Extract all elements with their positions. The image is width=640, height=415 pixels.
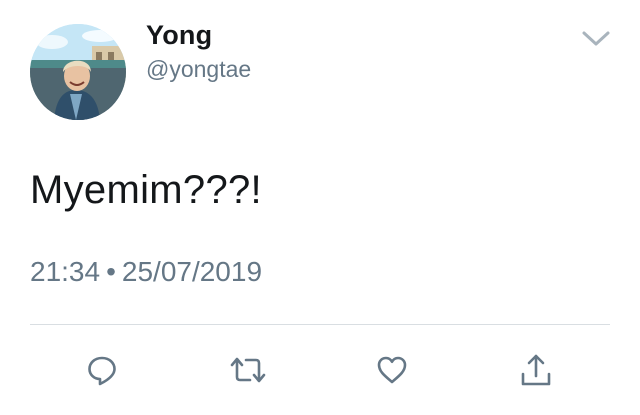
tweet-timestamp[interactable]: 21:34 • 25/07/2019 [30, 256, 262, 288]
divider [30, 324, 610, 325]
display-name[interactable]: Yong [146, 20, 212, 51]
avatar[interactable] [30, 24, 126, 120]
timestamp-separator: • [106, 256, 116, 287]
tweet-text: Myemim???! [30, 168, 262, 212]
retweet-icon [230, 357, 266, 383]
tweet-date: 25/07/2019 [121, 256, 263, 287]
like-button[interactable] [372, 350, 412, 390]
user-handle[interactable]: @yongtae [146, 56, 251, 83]
reply-icon [88, 356, 116, 386]
tweet-time: 21:34 [30, 256, 101, 287]
share-button[interactable] [516, 350, 556, 390]
chevron-down-icon [582, 31, 610, 46]
heart-icon [377, 356, 407, 384]
retweet-button[interactable] [228, 350, 268, 390]
tweet-card: Yong @yongtae Myemim???! 21:34 • 25/07/201… [0, 0, 640, 415]
reply-button[interactable] [82, 350, 122, 390]
avatar-photo [30, 24, 126, 120]
tweet-options-button[interactable] [580, 28, 612, 50]
share-icon [521, 354, 551, 386]
